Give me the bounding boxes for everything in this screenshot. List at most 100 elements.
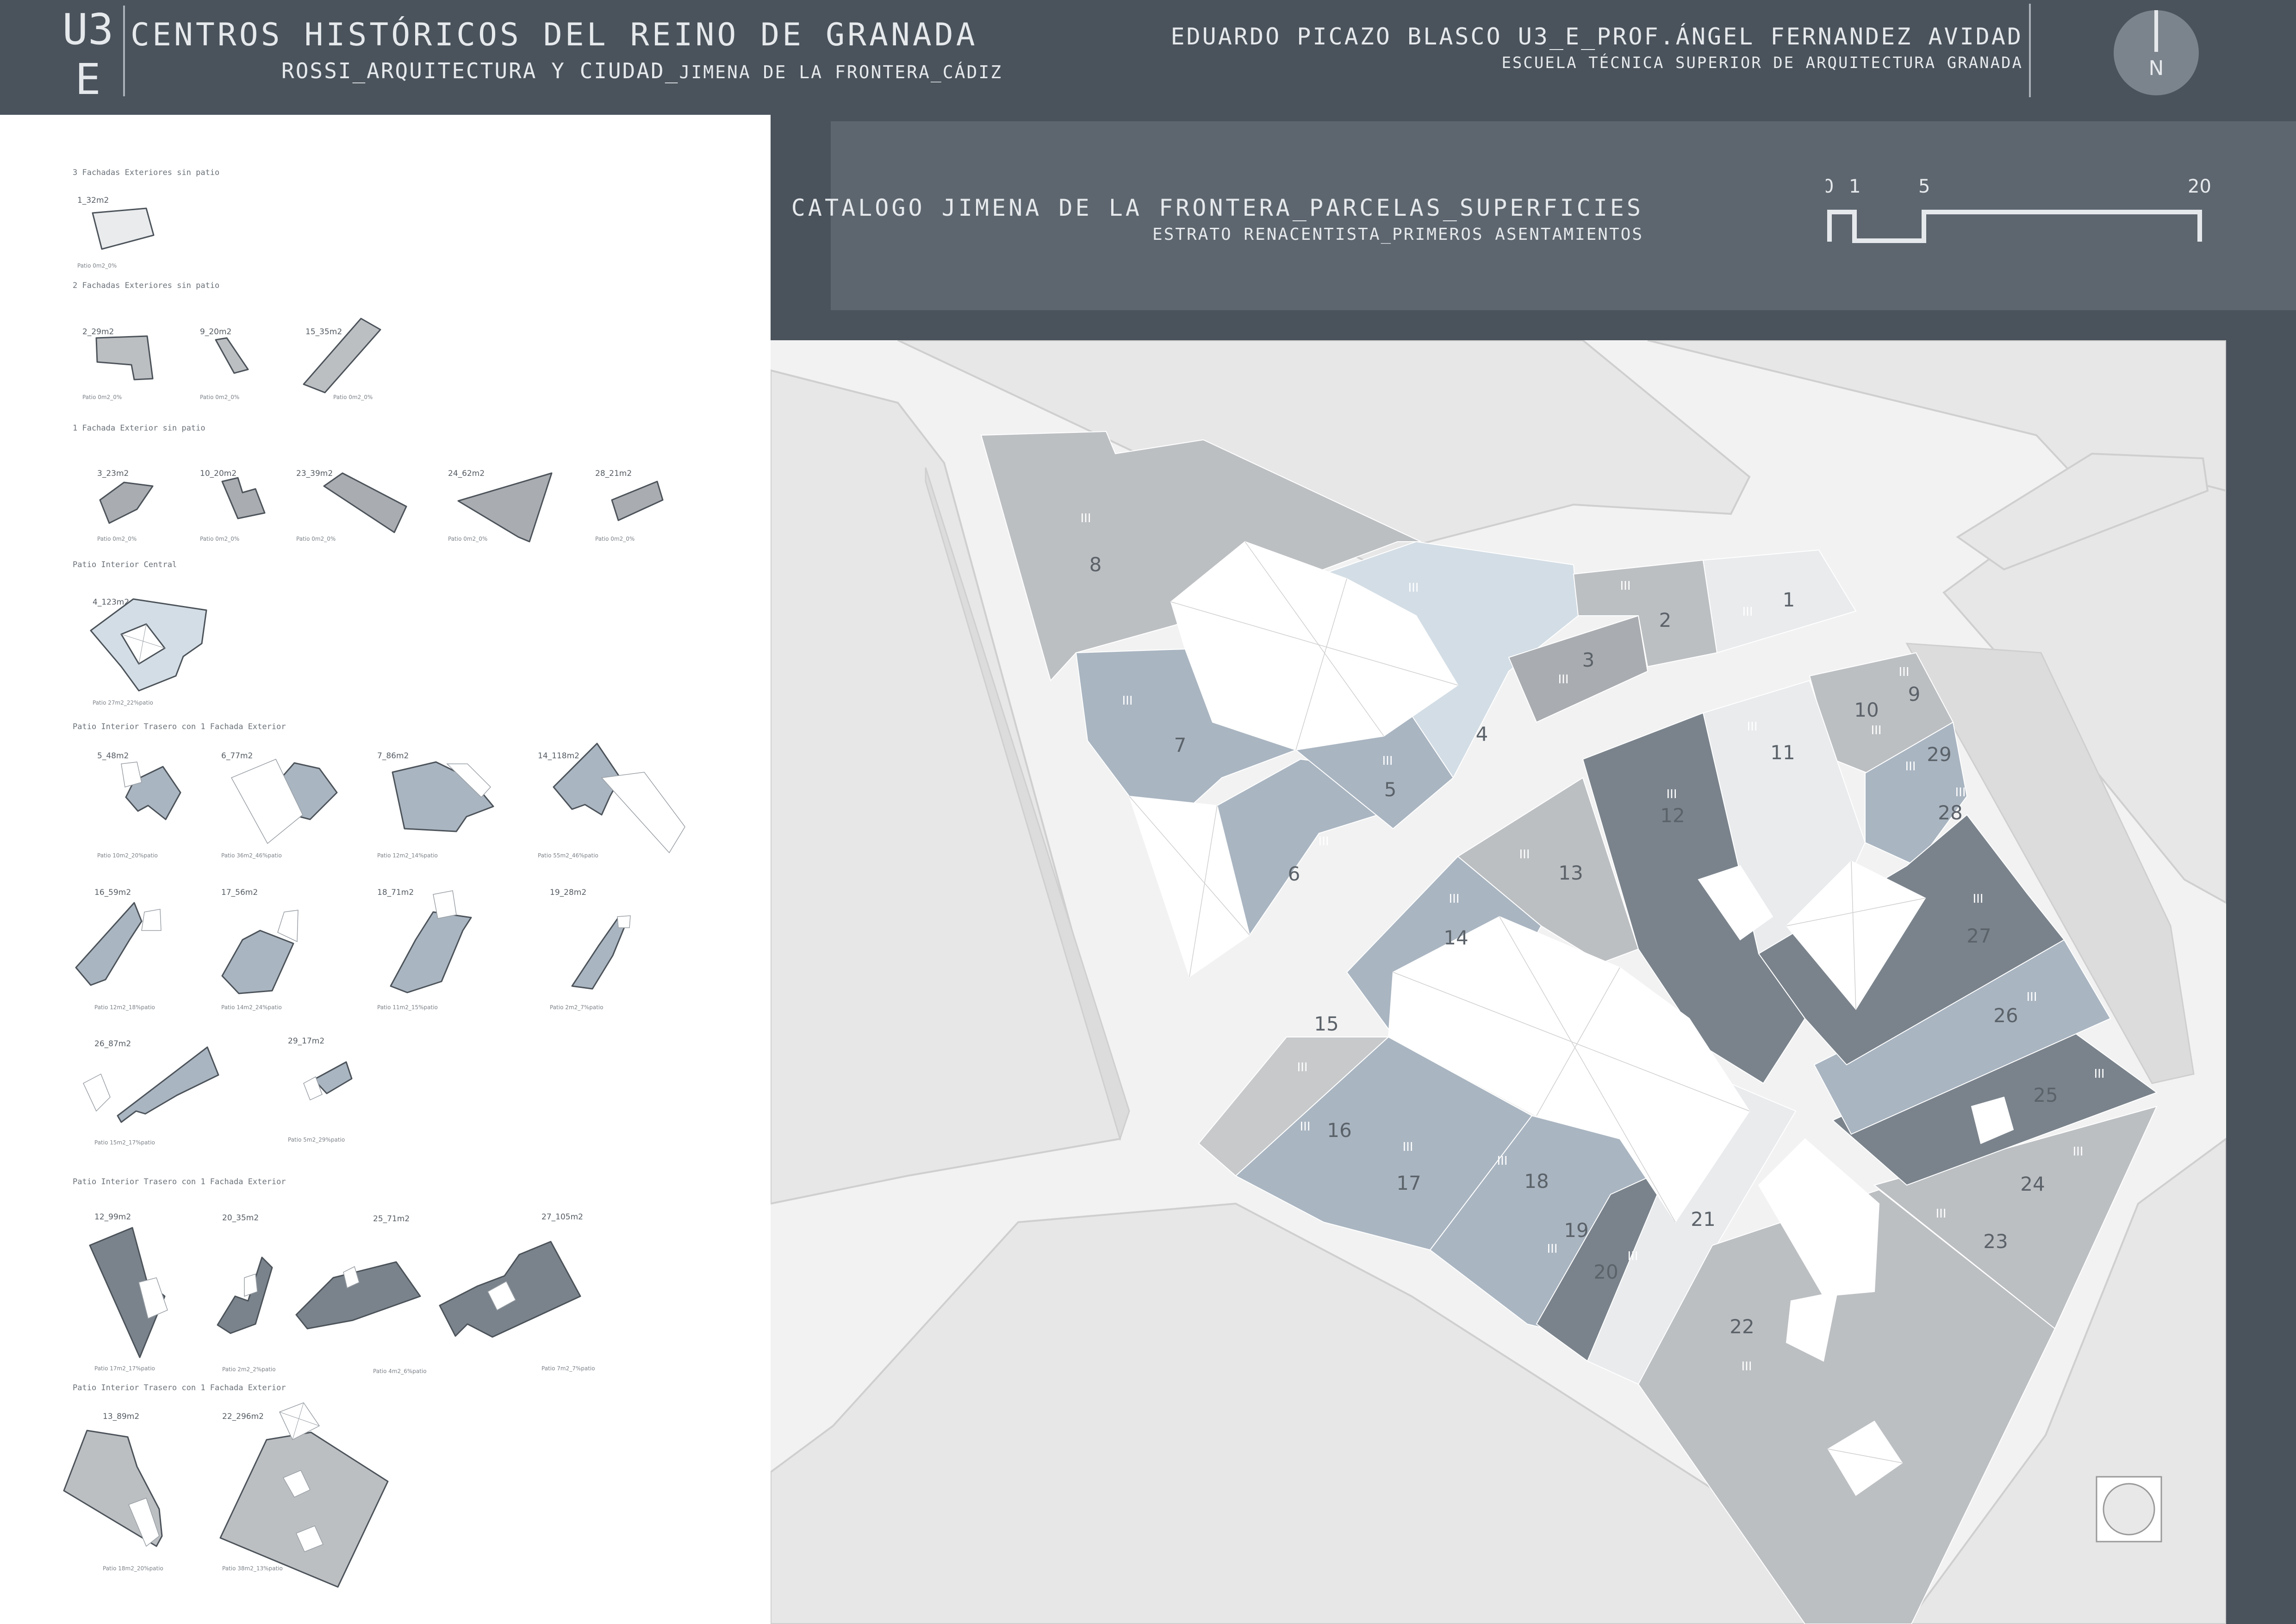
patio-note: Patio 7m2_7%patio — [541, 1365, 595, 1372]
patio-shape — [617, 915, 631, 928]
patio-note: Patio 0m2_0% — [448, 536, 487, 542]
parcel-number: 4 — [1476, 723, 1488, 745]
parcel-number: 25 — [2033, 1084, 2058, 1106]
parcel-number: 14 — [1444, 926, 1468, 949]
parcel-number: 27 — [1966, 924, 1991, 947]
plot-label: 7_86m2 — [377, 751, 409, 761]
plot-label: 16_59m2 — [94, 888, 131, 897]
parcel-number: 18 — [1524, 1170, 1549, 1193]
logo-line-1: U3 — [62, 5, 114, 54]
plot-shape — [611, 481, 664, 521]
parcel-number: 1 — [1783, 588, 1795, 611]
plot-label: 5_48m2 — [97, 751, 129, 761]
catalogue-title-box: CATALOGO JIMENA DE LA FRONTERA_PARCELAS_… — [791, 121, 2296, 310]
plot-label: 13_89m2 — [103, 1412, 139, 1421]
storey-mark: III — [1297, 1061, 1307, 1074]
plot-label: 1_32m2 — [77, 196, 109, 205]
parcel-number: 11 — [1770, 741, 1795, 764]
parcel-number: 7 — [1174, 734, 1187, 756]
plot-label: 29_17m2 — [288, 1037, 324, 1046]
storey-mark: III — [2094, 1067, 2104, 1081]
scale-label: 20 — [2188, 176, 2211, 197]
plot-label: 24_62m2 — [448, 469, 485, 478]
urban-map: 1 2 3 4 5 6 7 8 9 10 11 12 13 14 15 16 1… — [771, 340, 2226, 1624]
patio-note: Patio 38m2_13%patio — [222, 1565, 283, 1572]
patio-note: Patio 15m2_17%patio — [94, 1139, 155, 1146]
author-line: EDUARDO PICAZO BLASCO U3_E_PROF.ÁNGEL FE… — [1170, 23, 2023, 50]
fountain-basin — [2103, 1483, 2155, 1536]
patio-note: Patio 12m2_18%patio — [94, 1004, 155, 1011]
scale-bar: 0 1 5 20 — [1826, 176, 2211, 243]
storey-mark: III — [1627, 1249, 1638, 1263]
plot-label: 10_20m2 — [200, 469, 236, 478]
plot-label: 20_35m2 — [222, 1213, 259, 1223]
patio-note: Patio 14m2_24%patio — [221, 1004, 282, 1011]
storey-mark: III — [1080, 512, 1091, 525]
plot-label: 2_29m2 — [82, 327, 114, 337]
parcel-number: 13 — [1558, 862, 1583, 884]
parcel-number: 19 — [1564, 1219, 1588, 1242]
parcel-number: 15 — [1314, 1012, 1338, 1035]
plot-label: 22_296m2 — [222, 1412, 264, 1421]
plot-shape — [75, 902, 143, 986]
storey-mark: III — [1382, 754, 1393, 768]
plot-shape — [571, 917, 628, 990]
plot-shape — [295, 1261, 421, 1330]
plot-shape — [221, 930, 294, 994]
patio-note: Patio 0m2_0% — [82, 394, 122, 400]
storey-mark: III — [1122, 694, 1132, 708]
patio-note: Patio 2m2_2%patio — [222, 1366, 276, 1373]
storey-mark: III — [1519, 848, 1530, 862]
storey-mark: III — [1558, 673, 1568, 687]
patio-note: Patio 11m2_15%patio — [377, 1004, 438, 1011]
patio-shape — [141, 909, 162, 931]
group-heading: 1 Fachada Exterior sin patio — [73, 424, 205, 433]
plot-shape — [99, 481, 154, 524]
logo: U3 E — [60, 5, 116, 105]
plot-label: 28_21m2 — [595, 469, 632, 478]
plot-label: 26_87m2 — [94, 1039, 131, 1049]
storey-mark: III — [1666, 787, 1677, 801]
subtitle-place: JIMENA DE LA FRONTERA_CÁDIZ — [679, 62, 1003, 82]
parcel-number: 21 — [1691, 1208, 1715, 1230]
plot-shape — [95, 335, 154, 381]
storey-mark: III — [2072, 1145, 2083, 1159]
patio-note: Patio 0m2_0% — [77, 262, 117, 269]
parcel-number: 23 — [1983, 1230, 2008, 1253]
storey-mark: III — [1972, 892, 1983, 906]
group-heading: Patio Interior Trasero con 1 Fachada Ext… — [73, 1177, 286, 1187]
storey-mark: III — [1898, 665, 1909, 679]
patio-note: Patio 10m2_20%patio — [97, 852, 158, 859]
plot-label: 27_105m2 — [541, 1212, 583, 1222]
storey-mark: III — [1741, 1360, 1752, 1374]
patio-note: Patio 27m2_22%patio — [93, 700, 153, 706]
patio-note: Patio 0m2_0% — [97, 536, 137, 542]
parcel-number: 26 — [1993, 1004, 2018, 1027]
north-label: N — [2148, 56, 2164, 80]
group-heading: 3 Fachadas Exteriores sin patio — [73, 168, 219, 177]
parcel-number: 20 — [1593, 1261, 1618, 1283]
plot-shape — [457, 472, 553, 543]
patio-note: Patio 2m2_7%patio — [550, 1004, 604, 1011]
storey-mark: III — [1300, 1120, 1310, 1134]
header-divider — [123, 6, 125, 96]
parcel-number: 29 — [1927, 743, 1951, 766]
storey-mark: III — [1402, 1140, 1413, 1154]
storey-mark: III — [1449, 892, 1459, 906]
scale-bar-line — [1827, 210, 2202, 243]
parcel-number: 22 — [1730, 1315, 1754, 1338]
parcel-number: 2 — [1659, 609, 1672, 631]
plot-label: 9_20m2 — [200, 327, 231, 337]
plot-shape — [92, 207, 155, 250]
north-arrow-icon: N — [2114, 10, 2199, 95]
catalogue-subtitle: ESTRATO RENACENTISTA_PRIMEROS ASENTAMIEN… — [1152, 225, 1643, 244]
patio-shape — [83, 1073, 111, 1112]
storey-mark: III — [1620, 579, 1630, 593]
patio-shape — [277, 910, 299, 943]
plot-catalogue: 3 Fachadas Exteriores sin patio 2 Fachad… — [0, 115, 771, 1624]
logo-line-2: E — [75, 55, 101, 104]
plot-label: 25_71m2 — [373, 1214, 410, 1224]
patio-note: Patio 0m2_0% — [595, 536, 635, 542]
parcel-number: 9 — [1908, 683, 1921, 706]
plot-shape — [215, 337, 249, 374]
